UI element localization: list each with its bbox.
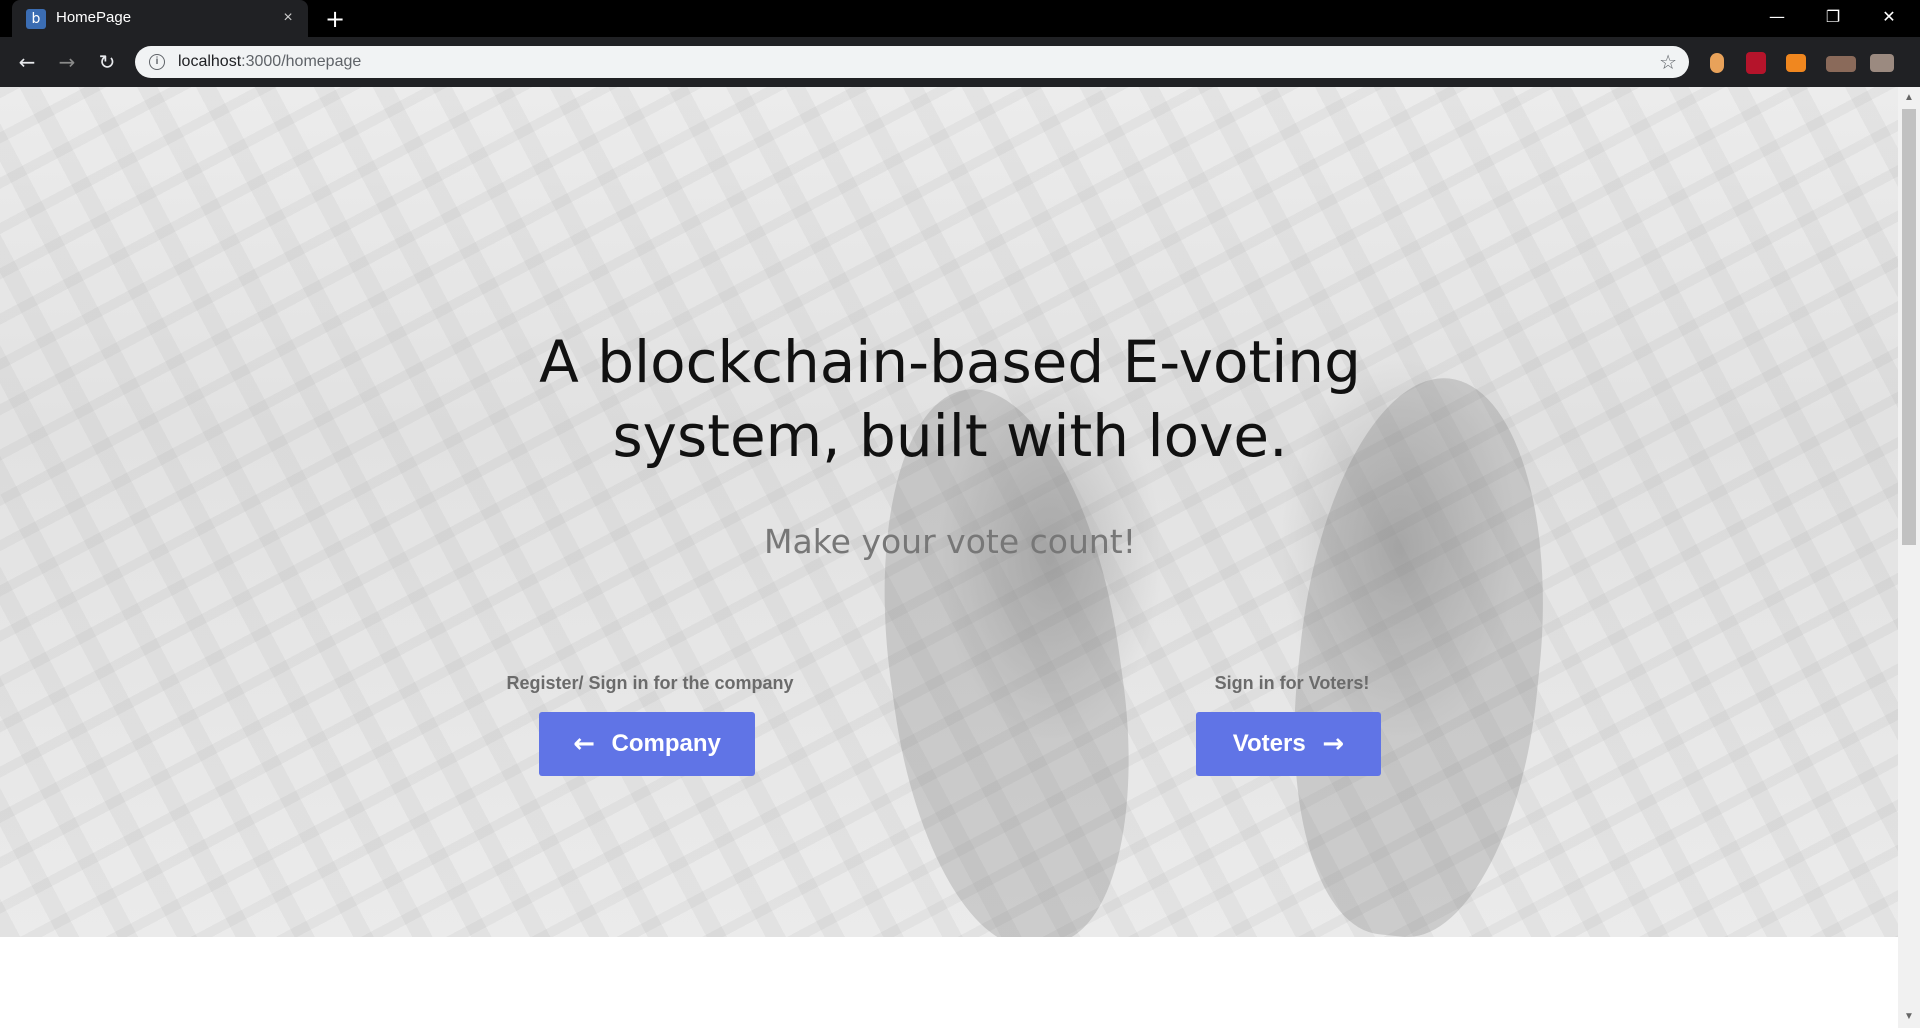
arrow-left-icon: ← — [573, 729, 595, 759]
browser-tab[interactable]: b HomePage × — [12, 0, 308, 37]
headline-line-1: A blockchain-based E-voting — [539, 328, 1361, 396]
voters-cta-label: Sign in for Voters! — [1214, 673, 1370, 693]
metamask-icon[interactable] — [1786, 54, 1806, 72]
extension-icon[interactable] — [1826, 56, 1856, 72]
tagline: Make your vote count! — [764, 522, 1136, 561]
vertical-scrollbar[interactable]: ▲ ▼ — [1898, 87, 1920, 1028]
hero-section: A blockchain-based E-voting system, buil… — [0, 87, 1898, 937]
minimize-icon[interactable]: — — [1754, 0, 1800, 37]
favicon-icon: b — [26, 9, 46, 29]
bookmark-star-icon[interactable]: ☆ — [1659, 50, 1677, 74]
scroll-down-icon[interactable]: ▼ — [1903, 1011, 1915, 1023]
url-host: localhost — [178, 53, 242, 70]
company-button-label: Company — [611, 730, 721, 757]
new-tab-button[interactable]: + — [322, 6, 348, 32]
company-cta-label: Register/ Sign in for the company — [506, 673, 794, 693]
restore-icon[interactable]: ❐ — [1810, 0, 1856, 37]
scroll-up-icon[interactable]: ▲ — [1903, 92, 1915, 104]
company-button[interactable]: ← Company — [539, 712, 755, 776]
url-path: :3000/homepage — [241, 53, 362, 70]
back-icon[interactable]: ← — [14, 49, 40, 75]
ublock-icon[interactable] — [1746, 52, 1766, 74]
close-window-icon[interactable]: ✕ — [1866, 0, 1912, 37]
page-headline: A blockchain-based E-voting system, buil… — [500, 325, 1400, 473]
tab-strip: b HomePage × + — ❐ ✕ — [0, 0, 1920, 37]
tab-close-icon[interactable]: × — [278, 8, 298, 28]
address-bar[interactable]: i localhost:3000/homepage ☆ — [135, 46, 1689, 78]
url-text[interactable]: localhost:3000/homepage — [178, 53, 361, 71]
reload-icon[interactable]: ↻ — [94, 49, 120, 75]
arrow-right-icon: → — [1322, 729, 1345, 759]
headline-line-2: system, built with love. — [612, 402, 1288, 470]
info-icon[interactable]: i — [149, 54, 165, 70]
voters-button-label: Voters — [1232, 730, 1306, 757]
browser-toolbar: ← → ↻ i localhost:3000/homepage ☆ — [0, 37, 1920, 87]
tab-title: HomePage — [56, 9, 132, 26]
extension-icon[interactable] — [1710, 53, 1724, 73]
page-viewport: A blockchain-based E-voting system, buil… — [0, 87, 1898, 1028]
scrollbar-thumb[interactable] — [1902, 109, 1916, 545]
forward-icon[interactable]: → — [54, 49, 80, 75]
extension-icon[interactable] — [1870, 54, 1894, 72]
voters-button[interactable]: Voters → — [1196, 712, 1381, 776]
